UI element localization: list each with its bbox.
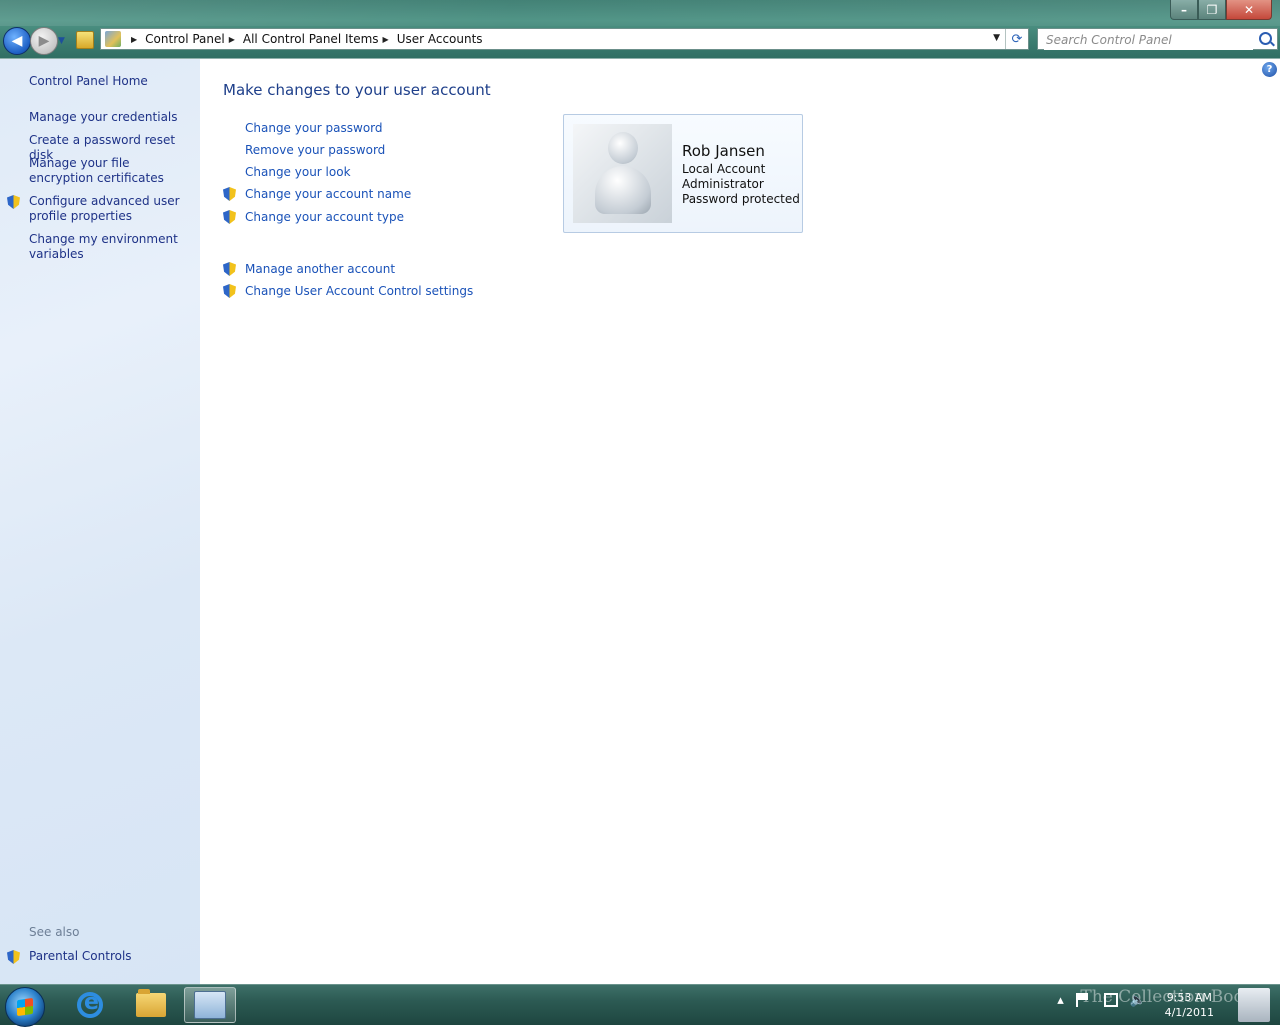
uac-shield-icon: [223, 210, 236, 224]
search-box[interactable]: [1037, 28, 1278, 50]
content-pane: ? Make changes to your user account Chan…: [200, 59, 1280, 985]
uac-shield-icon: [7, 195, 20, 209]
folder-icon: [136, 989, 166, 1017]
search-icon[interactable]: [1259, 32, 1272, 45]
control-panel-icon: [194, 991, 226, 1019]
navigation-bar: ◀ ▶ ▼ ▶ Control Panel ▶ All Control Pane…: [0, 26, 1280, 56]
sidebar-item-environment-variables[interactable]: Change my environment variables: [29, 232, 189, 262]
password-status-label: Password protected: [682, 192, 800, 206]
see-also-heading: See also: [29, 925, 80, 939]
account-role-label: Administrator: [682, 177, 764, 191]
help-icon[interactable]: ?: [1262, 62, 1277, 77]
address-bar[interactable]: ▶ Control Panel ▶ All Control Panel Item…: [100, 28, 1029, 50]
change-password-link[interactable]: Change your password: [245, 121, 383, 135]
control-panel-icon: [105, 31, 121, 47]
account-type-label: Local Account: [682, 162, 766, 176]
uac-shield-icon: [223, 284, 236, 298]
window-controls: – ❐ ✕: [1170, 0, 1272, 20]
taskbar-windows-explorer[interactable]: [125, 987, 177, 1023]
manage-another-account-link[interactable]: Manage another account: [245, 262, 395, 276]
uac-settings-link[interactable]: Change User Account Control settings: [245, 284, 473, 298]
system-clock[interactable]: 9:53 AM 4/1/2011: [1165, 990, 1214, 1020]
action-center-icon[interactable]: [1075, 993, 1092, 1007]
sidebar-item-parental-controls[interactable]: Parental Controls: [29, 949, 189, 964]
clock-date: 4/1/2011: [1164, 1006, 1214, 1019]
sidebar-item-control-panel-home[interactable]: Control Panel Home: [29, 74, 189, 89]
start-button[interactable]: [5, 987, 45, 1027]
close-button[interactable]: ✕: [1226, 0, 1272, 20]
uac-shield-icon: [223, 262, 236, 276]
clock-time: 9:53 AM: [1166, 991, 1212, 1004]
window-titlebar: – ❐ ✕ ◀ ▶ ▼ ▶ Control Panel ▶ All Contro…: [0, 0, 1280, 60]
user-avatar[interactable]: [573, 124, 672, 223]
forward-button[interactable]: ▶: [30, 27, 58, 55]
page-title: Make changes to your user account: [223, 81, 491, 99]
avatar-head-icon: [608, 132, 638, 164]
refresh-icon[interactable]: ⟳: [1005, 29, 1028, 49]
internet-explorer-icon: [77, 990, 103, 1018]
user-name: Rob Jansen: [682, 142, 765, 160]
remove-password-link[interactable]: Remove your password: [245, 143, 385, 157]
back-button[interactable]: ◀: [3, 27, 31, 55]
breadcrumb-arrow-icon[interactable]: ▶: [229, 35, 235, 44]
breadcrumb-arrow-icon[interactable]: ▶: [131, 35, 137, 44]
user-account-tile: Rob Jansen Local Account Administrator P…: [563, 114, 803, 233]
taskbar: The Collection Book ▴ 🔈 9:53 AM 4/1/2011: [0, 984, 1280, 1027]
uac-shield-icon: [223, 187, 236, 201]
notification-area: ▴ 🔈: [1057, 993, 1146, 1008]
network-icon[interactable]: [1103, 993, 1118, 1007]
breadcrumb-user-accounts[interactable]: User Accounts: [397, 32, 483, 46]
breadcrumb-all-items[interactable]: All Control Panel Items: [243, 32, 379, 46]
minimize-button[interactable]: –: [1170, 0, 1198, 20]
show-hidden-icons-icon[interactable]: ▴: [1057, 993, 1064, 1008]
windows-logo-icon: [17, 997, 33, 1017]
taskbar-control-panel[interactable]: [184, 987, 236, 1023]
sidebar-item-credentials[interactable]: Manage your credentials: [29, 110, 189, 125]
address-history-dropdown-icon[interactable]: ▼: [993, 33, 1000, 43]
uac-shield-icon: [7, 950, 20, 964]
breadcrumb-arrow-icon[interactable]: ▶: [383, 35, 389, 44]
sidebar-item-advanced-profile[interactable]: Configure advanced user profile properti…: [29, 194, 189, 224]
search-input[interactable]: [1044, 30, 1253, 50]
change-account-type-link[interactable]: Change your account type: [245, 210, 404, 224]
change-account-name-link[interactable]: Change your account name: [245, 187, 411, 201]
sidebar-item-encryption-certificates[interactable]: Manage your file encryption certificates: [29, 156, 189, 186]
recent-pages-dropdown-icon[interactable]: ▼: [58, 36, 65, 46]
taskbar-internet-explorer[interactable]: [64, 987, 116, 1023]
breadcrumb-control-panel[interactable]: Control Panel: [145, 32, 225, 46]
task-pane: Control Panel Home Manage your credentia…: [0, 59, 200, 985]
avatar-body-icon: [595, 166, 651, 214]
show-desktop-button[interactable]: [1224, 985, 1280, 1025]
up-folder-icon[interactable]: [76, 31, 94, 49]
user-thumbnail-icon: [1238, 988, 1270, 1022]
change-look-link[interactable]: Change your look: [245, 165, 351, 179]
maximize-button[interactable]: ❐: [1198, 0, 1226, 20]
window-body: Control Panel Home Manage your credentia…: [0, 58, 1280, 985]
volume-icon[interactable]: 🔈: [1130, 993, 1146, 1008]
